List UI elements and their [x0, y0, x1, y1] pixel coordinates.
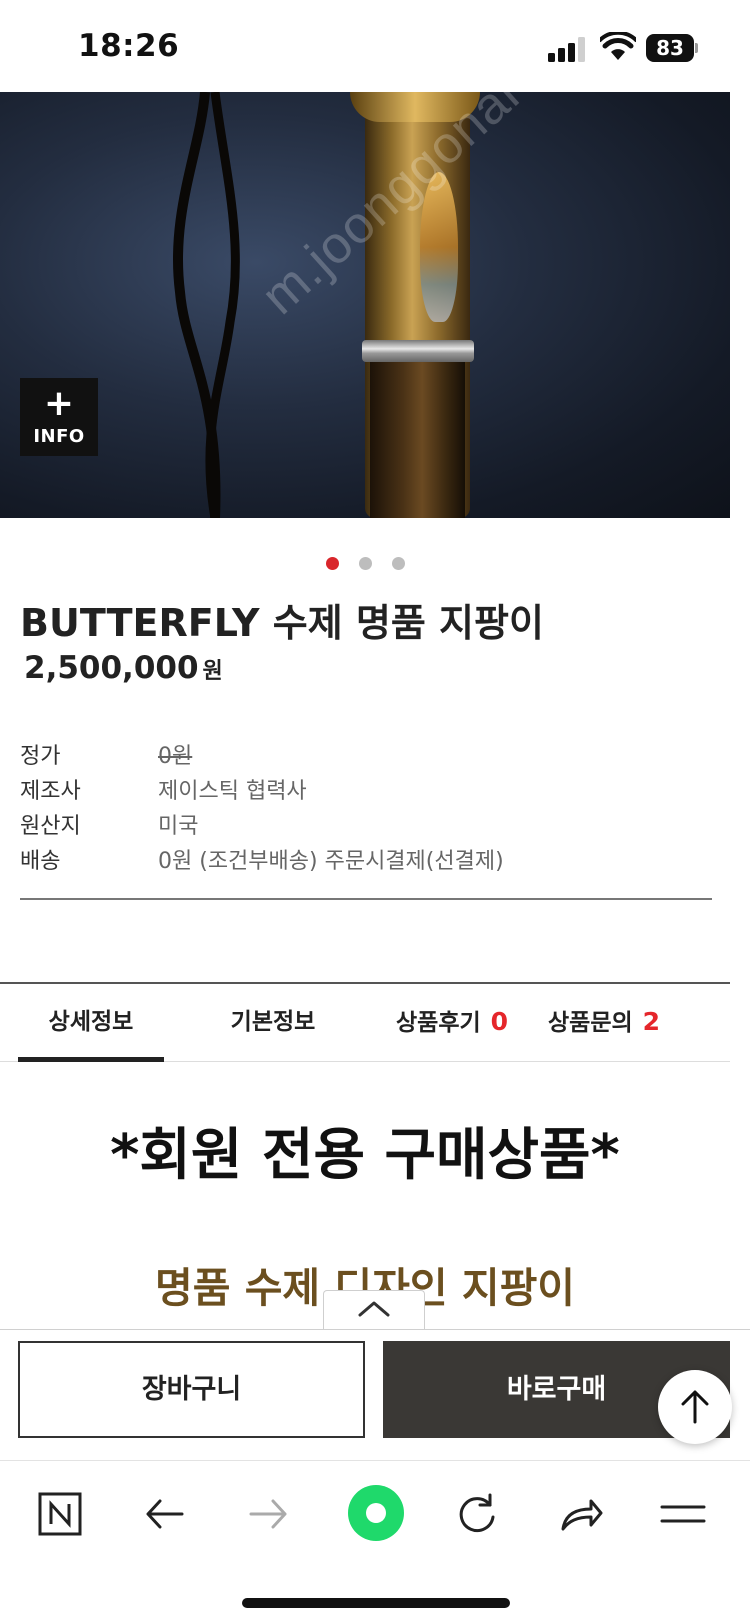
- spec-row-list-price: 정가 0원: [20, 738, 720, 773]
- detail-tabs: 상세정보 기본정보 상품후기 0 상품문의 2: [0, 982, 730, 1062]
- pager-dot[interactable]: [391, 557, 405, 570]
- menu-icon[interactable]: [658, 1489, 708, 1539]
- home-indicator: [242, 1598, 510, 1608]
- spec-key: 제조사: [20, 779, 81, 804]
- forward-arrow-icon[interactable]: [243, 1489, 293, 1539]
- tab-label: 상품후기: [396, 1010, 481, 1036]
- add-to-cart-button[interactable]: 장바구니: [18, 1341, 365, 1438]
- cellular-signal-icon: [548, 36, 588, 62]
- tab-basic-info[interactable]: 기본정보: [200, 984, 346, 1062]
- spec-key: 배송: [20, 849, 61, 874]
- watermark: m.joonggonara.naver.com: [250, 92, 730, 326]
- tab-reviews[interactable]: 상품후기 0: [396, 984, 508, 1062]
- product-price: 2,500,000 원: [24, 650, 223, 686]
- price-unit: 원: [202, 659, 223, 684]
- cane-ring: [362, 340, 474, 362]
- price-value: 2,500,000: [24, 650, 199, 686]
- spec-value: 미국: [158, 814, 199, 839]
- share-icon[interactable]: [555, 1489, 605, 1539]
- back-arrow-icon[interactable]: [140, 1489, 190, 1539]
- tab-label: 상품문의: [548, 1010, 633, 1036]
- info-button[interactable]: + INFO: [20, 378, 98, 456]
- spec-key: 원산지: [20, 814, 81, 839]
- spec-row-manufacturer: 제조사 제이스틱 협력사: [20, 773, 720, 808]
- status-time: 18:26: [78, 28, 180, 64]
- member-only-headline: *회원 전용 구매상품*: [110, 1123, 620, 1188]
- inquiry-count: 2: [642, 1007, 661, 1036]
- spec-key: 정가: [20, 744, 61, 769]
- product-image-carousel[interactable]: m.joonggonara.naver.com + INFO: [0, 92, 730, 518]
- wifi-icon: [600, 32, 636, 60]
- browser-toolbar: [0, 1460, 750, 1570]
- battery-icon: 83: [646, 34, 698, 62]
- review-count: 0: [490, 1007, 509, 1036]
- tab-detail-info[interactable]: 상세정보: [18, 984, 164, 1062]
- tab-inquiries[interactable]: 상품문의 2: [548, 984, 660, 1062]
- arrow-up-icon: [681, 1390, 709, 1424]
- cane-lower: [370, 348, 465, 518]
- spec-value: 0원: [158, 744, 193, 769]
- status-bar: 18:26 83: [0, 0, 750, 92]
- divider: [0, 1329, 750, 1330]
- battery-level: 83: [646, 34, 694, 62]
- spec-list: 정가 0원 제조사 제이스틱 협력사 원산지 미국 배송 0원 (조건부배송) …: [20, 738, 720, 878]
- spec-value: 제이스틱 협력사: [158, 779, 307, 804]
- product-title: BUTTERFLY 수제 명품 지팡이: [20, 601, 544, 645]
- tab-label: 상세정보: [48, 1009, 134, 1035]
- spec-row-origin: 원산지 미국: [20, 808, 720, 843]
- plus-icon: +: [43, 383, 75, 424]
- spec-value: 0원 (조건부배송) 주문시결제(선결제): [158, 849, 504, 874]
- reload-icon[interactable]: [452, 1489, 502, 1539]
- scroll-to-top-button[interactable]: [658, 1370, 732, 1444]
- pager-dot[interactable]: [358, 557, 372, 570]
- info-label: INFO: [33, 426, 85, 447]
- divider: [20, 898, 712, 900]
- green-dot-icon[interactable]: [346, 1483, 406, 1543]
- carousel-pager: [0, 557, 730, 571]
- spec-row-shipping: 배송 0원 (조건부배송) 주문시결제(선결제): [20, 843, 720, 878]
- naver-n-icon[interactable]: [35, 1489, 85, 1539]
- tab-label: 기본정보: [230, 1009, 316, 1035]
- collapse-toggle[interactable]: [323, 1290, 425, 1330]
- chevron-up-icon: [358, 1301, 390, 1317]
- pager-dot[interactable]: [325, 557, 339, 570]
